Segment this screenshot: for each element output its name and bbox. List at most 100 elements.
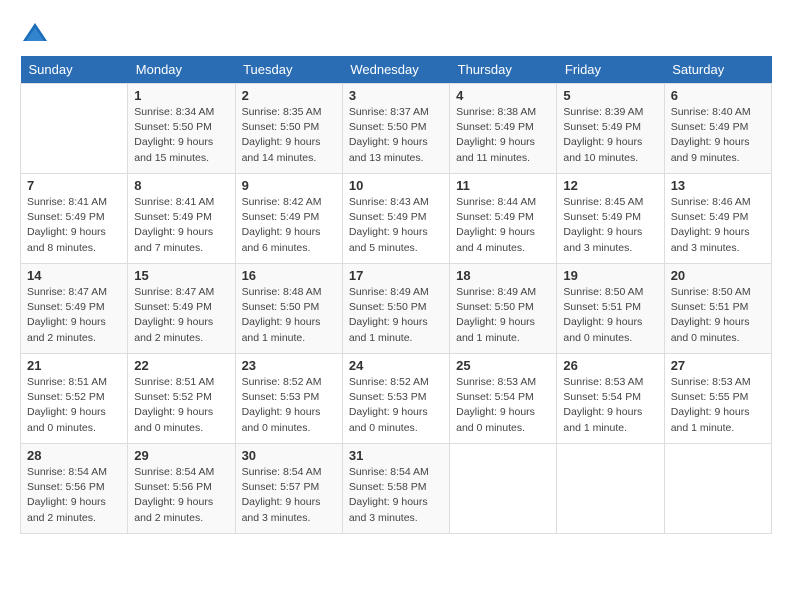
day-number: 1	[134, 88, 228, 103]
header-monday: Monday	[128, 56, 235, 84]
day-info: Sunrise: 8:53 AM Sunset: 5:54 PM Dayligh…	[456, 375, 550, 436]
calendar-header-row: SundayMondayTuesdayWednesdayThursdayFrid…	[21, 56, 772, 84]
day-number: 28	[27, 448, 121, 463]
calendar-cell: 10Sunrise: 8:43 AM Sunset: 5:49 PM Dayli…	[342, 174, 449, 264]
day-info: Sunrise: 8:47 AM Sunset: 5:49 PM Dayligh…	[134, 285, 228, 346]
calendar-cell	[450, 444, 557, 534]
day-number: 8	[134, 178, 228, 193]
day-info: Sunrise: 8:52 AM Sunset: 5:53 PM Dayligh…	[349, 375, 443, 436]
calendar-cell: 5 Sunrise: 8:39 AM Sunset: 5:49 PM Daylig…	[557, 84, 664, 174]
calendar-week-0: 1 Sunrise: 8:34 AM Sunset: 5:50 PM Daylig…	[21, 84, 772, 174]
day-number: 29	[134, 448, 228, 463]
day-number: 11	[456, 178, 550, 193]
calendar-cell: 13 Sunrise: 8:46 AM Sunset: 5:49 PM Dayli…	[664, 174, 771, 264]
day-info: Sunrise: 8:50 AM Sunset: 5:51 PM Dayligh…	[563, 285, 657, 346]
day-info: Sunrise: 8:35 AM Sunset: 5:50 PM Dayligh…	[242, 105, 336, 166]
calendar-cell: 3 Sunrise: 8:37 AM Sunset: 5:50 PM Daylig…	[342, 84, 449, 174]
calendar-cell: 1 Sunrise: 8:34 AM Sunset: 5:50 PM Daylig…	[128, 84, 235, 174]
calendar-week-3: 21 Sunrise: 8:51 AM Sunset: 5:52 PM Dayli…	[21, 354, 772, 444]
day-info: Sunrise: 8:53 AM Sunset: 5:55 PM Dayligh…	[671, 375, 765, 436]
calendar-cell: 28 Sunrise: 8:54 AM Sunset: 5:56 PM Dayli…	[21, 444, 128, 534]
calendar-table: SundayMondayTuesdayWednesdayThursdayFrid…	[20, 56, 772, 534]
day-number: 3	[349, 88, 443, 103]
calendar-cell: 7Sunrise: 8:41 AM Sunset: 5:49 PM Daylig…	[21, 174, 128, 264]
day-number: 24	[349, 358, 443, 373]
calendar-cell: 20 Sunrise: 8:50 AM Sunset: 5:51 PM Dayli…	[664, 264, 771, 354]
day-number: 22	[134, 358, 228, 373]
day-info: Sunrise: 8:38 AM Sunset: 5:49 PM Dayligh…	[456, 105, 550, 166]
calendar-cell: 26 Sunrise: 8:53 AM Sunset: 5:54 PM Dayli…	[557, 354, 664, 444]
day-info: Sunrise: 8:50 AM Sunset: 5:51 PM Dayligh…	[671, 285, 765, 346]
day-info: Sunrise: 8:45 AM Sunset: 5:49 PM Dayligh…	[563, 195, 657, 256]
day-info: Sunrise: 8:41 AM Sunset: 5:49 PM Dayligh…	[134, 195, 228, 256]
calendar-cell: 29 Sunrise: 8:54 AM Sunset: 5:56 PM Dayli…	[128, 444, 235, 534]
day-number: 21	[27, 358, 121, 373]
logo-icon	[20, 20, 50, 50]
header	[20, 20, 772, 50]
day-info: Sunrise: 8:54 AM Sunset: 5:56 PM Dayligh…	[27, 465, 121, 526]
day-info: Sunrise: 8:44 AM Sunset: 5:49 PM Dayligh…	[456, 195, 550, 256]
day-number: 14	[27, 268, 121, 283]
day-number: 25	[456, 358, 550, 373]
day-info: Sunrise: 8:40 AM Sunset: 5:49 PM Dayligh…	[671, 105, 765, 166]
header-sunday: Sunday	[21, 56, 128, 84]
calendar-cell: 11 Sunrise: 8:44 AM Sunset: 5:49 PM Dayli…	[450, 174, 557, 264]
calendar-cell: 18 Sunrise: 8:49 AM Sunset: 5:50 PM Dayli…	[450, 264, 557, 354]
day-info: Sunrise: 8:51 AM Sunset: 5:52 PM Dayligh…	[27, 375, 121, 436]
calendar-cell: 8 Sunrise: 8:41 AM Sunset: 5:49 PM Daylig…	[128, 174, 235, 264]
day-number: 12	[563, 178, 657, 193]
calendar-cell: 9Sunrise: 8:42 AM Sunset: 5:49 PM Daylig…	[235, 174, 342, 264]
header-tuesday: Tuesday	[235, 56, 342, 84]
calendar-week-4: 28 Sunrise: 8:54 AM Sunset: 5:56 PM Dayli…	[21, 444, 772, 534]
day-info: Sunrise: 8:52 AM Sunset: 5:53 PM Dayligh…	[242, 375, 336, 436]
day-number: 5	[563, 88, 657, 103]
day-number: 15	[134, 268, 228, 283]
day-info: Sunrise: 8:41 AM Sunset: 5:49 PM Dayligh…	[27, 195, 121, 256]
calendar-cell	[21, 84, 128, 174]
calendar-cell: 16 Sunrise: 8:48 AM Sunset: 5:50 PM Dayli…	[235, 264, 342, 354]
day-number: 20	[671, 268, 765, 283]
day-number: 30	[242, 448, 336, 463]
calendar-cell: 30Sunrise: 8:54 AM Sunset: 5:57 PM Dayli…	[235, 444, 342, 534]
page-container: SundayMondayTuesdayWednesdayThursdayFrid…	[20, 20, 772, 534]
day-number: 26	[563, 358, 657, 373]
calendar-cell: 23Sunrise: 8:52 AM Sunset: 5:53 PM Dayli…	[235, 354, 342, 444]
calendar-cell: 24 Sunrise: 8:52 AM Sunset: 5:53 PM Dayli…	[342, 354, 449, 444]
day-info: Sunrise: 8:48 AM Sunset: 5:50 PM Dayligh…	[242, 285, 336, 346]
calendar-cell: 12 Sunrise: 8:45 AM Sunset: 5:49 PM Dayli…	[557, 174, 664, 264]
calendar-week-1: 7Sunrise: 8:41 AM Sunset: 5:49 PM Daylig…	[21, 174, 772, 264]
day-info: Sunrise: 8:54 AM Sunset: 5:56 PM Dayligh…	[134, 465, 228, 526]
header-saturday: Saturday	[664, 56, 771, 84]
day-number: 31	[349, 448, 443, 463]
day-info: Sunrise: 8:46 AM Sunset: 5:49 PM Dayligh…	[671, 195, 765, 256]
day-number: 10	[349, 178, 443, 193]
day-number: 2	[242, 88, 336, 103]
day-number: 19	[563, 268, 657, 283]
calendar-cell: 21 Sunrise: 8:51 AM Sunset: 5:52 PM Dayli…	[21, 354, 128, 444]
day-info: Sunrise: 8:49 AM Sunset: 5:50 PM Dayligh…	[456, 285, 550, 346]
header-wednesday: Wednesday	[342, 56, 449, 84]
day-info: Sunrise: 8:49 AM Sunset: 5:50 PM Dayligh…	[349, 285, 443, 346]
calendar-cell: 6Sunrise: 8:40 AM Sunset: 5:49 PM Daylig…	[664, 84, 771, 174]
calendar-cell	[557, 444, 664, 534]
day-info: Sunrise: 8:53 AM Sunset: 5:54 PM Dayligh…	[563, 375, 657, 436]
header-friday: Friday	[557, 56, 664, 84]
calendar-cell: 14Sunrise: 8:47 AM Sunset: 5:49 PM Dayli…	[21, 264, 128, 354]
day-info: Sunrise: 8:54 AM Sunset: 5:58 PM Dayligh…	[349, 465, 443, 526]
calendar-week-2: 14 Sunrise: 8:47 AM Sunset: 5:49 PM Dayli…	[21, 264, 772, 354]
day-number: 16	[242, 268, 336, 283]
day-info: Sunrise: 8:42 AM Sunset: 5:49 PM Dayligh…	[242, 195, 336, 256]
calendar-cell: 31 Sunrise: 8:54 AM Sunset: 5:58 PM Dayli…	[342, 444, 449, 534]
calendar-cell: 17Sunrise: 8:49 AM Sunset: 5:50 PM Dayli…	[342, 264, 449, 354]
day-number: 27	[671, 358, 765, 373]
day-info: Sunrise: 8:51 AM Sunset: 5:52 PM Dayligh…	[134, 375, 228, 436]
day-info: Sunrise: 8:37 AM Sunset: 5:50 PM Dayligh…	[349, 105, 443, 166]
day-info: Sunrise: 8:39 AM Sunset: 5:49 PM Dayligh…	[563, 105, 657, 166]
day-number: 18	[456, 268, 550, 283]
calendar-cell: 22 Sunrise: 8:51 AM Sunset: 5:52 PM Dayli…	[128, 354, 235, 444]
day-number: 13	[671, 178, 765, 193]
calendar-cell: 2 Sunrise: 8:35 AM Sunset: 5:50 PM Daylig…	[235, 84, 342, 174]
day-info: Sunrise: 8:34 AM Sunset: 5:50 PM Dayligh…	[134, 105, 228, 166]
calendar-cell: 15 Sunrise: 8:47 AM Sunset: 5:49 PM Dayli…	[128, 264, 235, 354]
calendar-cell: 4Sunrise: 8:38 AM Sunset: 5:49 PM Daylig…	[450, 84, 557, 174]
